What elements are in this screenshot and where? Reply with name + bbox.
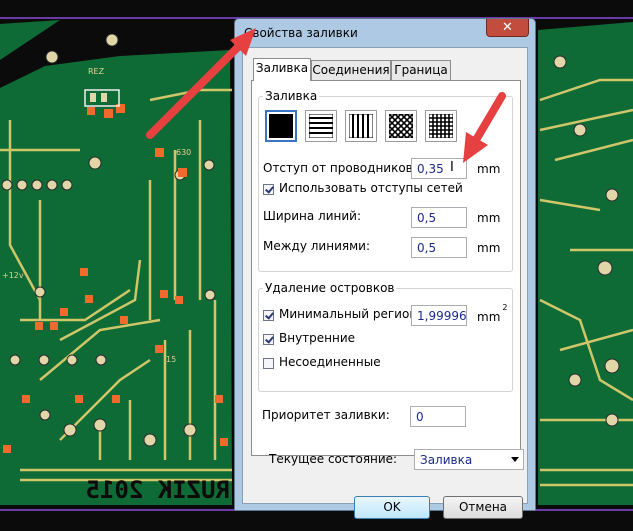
tab-fill[interactable]: Заливка: [253, 58, 311, 81]
arrow-to-title-icon: [146, 28, 256, 139]
annotation-arrows: [146, 28, 506, 163]
tab-fill-label: Заливка: [255, 61, 309, 75]
arrow-to-clearance-icon: [463, 92, 506, 163]
